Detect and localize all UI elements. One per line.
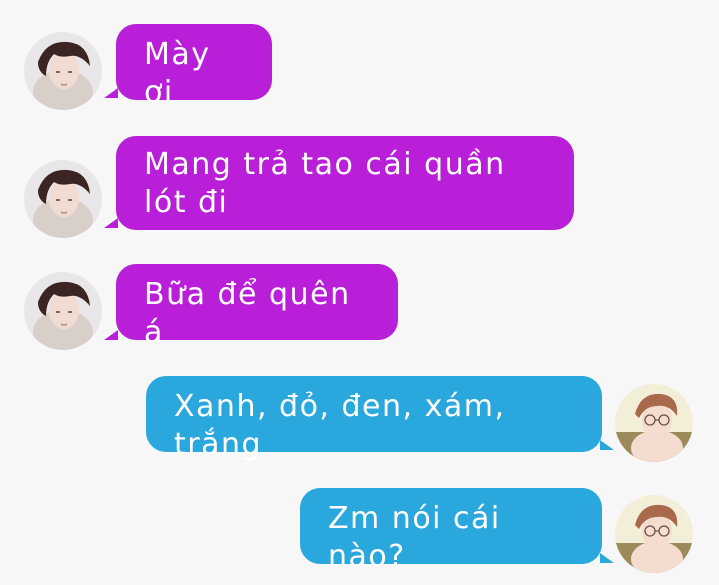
dark-haired-boy-avatar-icon [24, 160, 102, 238]
contact-avatar[interactable] [24, 32, 102, 110]
message-text: Zm nói cái nào? [328, 501, 501, 574]
message-text: Mày ơi [144, 37, 211, 110]
incoming-message-bubble[interactable]: Bữa để quên á [116, 264, 398, 350]
outgoing-message-bubble[interactable]: Xanh, đỏ, đen, xám, trắng [146, 376, 602, 462]
user-avatar[interactable] [615, 495, 693, 573]
dark-haired-boy-avatar-icon [24, 272, 102, 350]
bubble-tail [600, 553, 614, 563]
message-text: Xanh, đỏ, đen, xám, trắng [174, 389, 506, 462]
dark-haired-boy-avatar-icon [24, 32, 102, 110]
contact-avatar[interactable] [24, 272, 102, 350]
bubble-tail [104, 88, 118, 98]
message-text: Mang trả tao cái quần lót đi [144, 147, 506, 220]
outgoing-message-bubble[interactable]: Zm nói cái nào? [300, 488, 602, 574]
bubble-tail [600, 440, 614, 450]
incoming-message-bubble[interactable]: Mang trả tao cái quần lót đi [116, 136, 574, 230]
glasses-boy-avatar-icon [615, 384, 693, 462]
bubble-tail [104, 330, 118, 340]
message-text: Bữa để quên á [144, 277, 351, 350]
chat-thread: Mày ơi Mang trả tao cái quần lót đi Bữa … [0, 0, 719, 585]
glasses-boy-avatar-icon [615, 495, 693, 573]
bubble-tail [104, 218, 118, 228]
incoming-message-bubble[interactable]: Mày ơi [116, 24, 272, 110]
user-avatar[interactable] [615, 384, 693, 462]
contact-avatar[interactable] [24, 160, 102, 238]
